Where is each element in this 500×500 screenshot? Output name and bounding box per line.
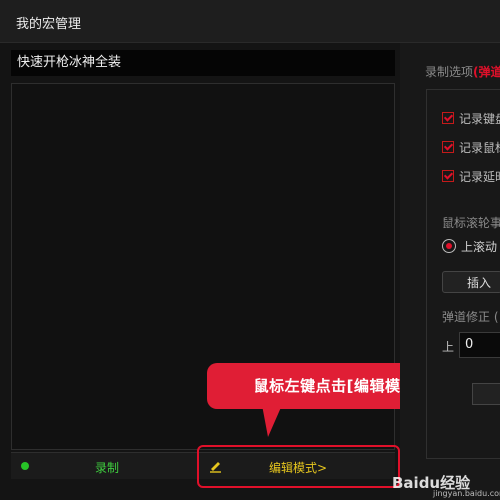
options-header-prefix: 录制选项 (425, 65, 474, 79)
insert-button[interactable]: 插入 (442, 271, 500, 293)
checkbox-label: 记录鼠标 (459, 141, 500, 155)
radio-selected-icon (442, 239, 456, 253)
checkbox-checked-icon (442, 170, 454, 182)
scroll-event-label: 鼠标滚轮事 (442, 216, 500, 230)
checkbox-label: 记录键盘 (459, 112, 500, 126)
record-button[interactable]: 录制 (95, 459, 119, 476)
radio-label: 上滚动 (461, 240, 498, 254)
record-mouse-checkbox[interactable]: 记录鼠标 (442, 139, 500, 156)
callout-pointer (262, 405, 282, 437)
checkbox-label: 记录延时 (459, 170, 500, 184)
checkbox-checked-icon (442, 112, 454, 124)
macro-name-field[interactable]: 快速开枪冰神全装 (11, 50, 395, 76)
options-header-accent: (弹道 (473, 65, 500, 79)
ballistic-correction-label: 弹道修正 ( (442, 310, 499, 324)
edit-mode-highlight (197, 445, 400, 488)
record-options-header: 录制选项(弹道 (425, 63, 500, 80)
options-button-partial[interactable] (472, 383, 500, 405)
record-keyboard-checkbox[interactable]: 记录键盘 (442, 110, 500, 127)
up-label: 上 (442, 340, 455, 354)
watermark-subtext: jingyan.baidu.com (433, 489, 500, 498)
baidu-watermark: Baidu经验 jingyan.baidu.com (388, 472, 500, 500)
record-status-icon (21, 462, 29, 470)
scroll-up-radio[interactable]: 上滚动 (442, 238, 497, 255)
window-title: 我的宏管理 (16, 17, 82, 32)
record-delay-checkbox[interactable]: 记录延时 (442, 168, 500, 185)
checkbox-checked-icon (442, 141, 454, 153)
up-value-input[interactable]: 0 (459, 332, 500, 358)
title-bar: 我的宏管理 (0, 0, 500, 43)
